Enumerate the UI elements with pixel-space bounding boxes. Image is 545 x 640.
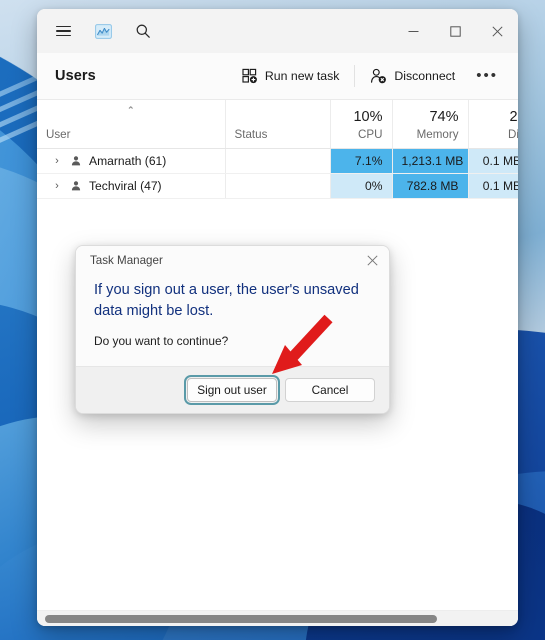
column-label-status: Status — [234, 127, 268, 141]
column-label-disk: Disk — [507, 127, 518, 141]
column-pct-cpu: 10% — [353, 108, 383, 125]
user-name: Techviral (47) — [89, 178, 162, 193]
maximize-button[interactable] — [434, 9, 476, 53]
person-icon — [70, 180, 82, 192]
sort-ascending-icon: ⌃ — [126, 105, 135, 115]
column-header-user[interactable]: ⌃ User — [37, 100, 226, 149]
column-label-cpu: CPU — [358, 127, 383, 141]
hamburger-icon[interactable] — [46, 16, 80, 46]
performance-chart-glyph — [94, 23, 112, 39]
sign-out-user-button[interactable]: Sign out user — [184, 375, 280, 406]
cell-status — [225, 148, 331, 174]
user-cell-content: › Amarnath (61) — [46, 154, 216, 168]
column-header-disk[interactable]: 2% Disk — [468, 100, 518, 149]
minimize-icon — [408, 30, 418, 32]
dialog-titlebar: Task Manager — [76, 246, 389, 274]
command-bar-divider — [354, 65, 356, 87]
table-body: › Amarnath (61) 7.1% 1,213.1 MB 0.1 M › … — [37, 148, 518, 199]
column-header-cpu[interactable]: 10% CPU — [330, 100, 393, 149]
cell-user[interactable]: › Techviral (47) — [37, 173, 226, 199]
user-name: Amarnath (61) — [89, 153, 167, 168]
expand-row-icon[interactable]: › — [51, 155, 63, 167]
column-pct-memory: 74% — [429, 108, 459, 125]
command-bar: Users Run new task Disconnect ••• — [37, 53, 518, 100]
horizontal-scrollbar[interactable] — [37, 610, 518, 626]
run-new-task-button[interactable]: Run new task — [233, 62, 349, 90]
column-header-memory[interactable]: 74% Memory — [392, 100, 469, 149]
new-task-icon — [242, 68, 257, 84]
expand-row-icon[interactable]: › — [51, 180, 63, 192]
dialog-title: Task Manager — [90, 253, 163, 267]
user-cell-content: › Techviral (47) — [46, 179, 216, 193]
cell-cpu: 0% — [330, 173, 393, 199]
scrollbar-thumb[interactable] — [45, 615, 437, 623]
users-table: ⌃ User Status 10% CPU 74% Memory 2 Di › … — [37, 100, 518, 199]
dialog-close-button[interactable] — [361, 249, 383, 271]
dialog-heading: If you sign out a user, the user's unsav… — [94, 282, 359, 319]
table-row[interactable]: › Amarnath (61) 7.1% 1,213.1 MB 0.1 M — [37, 148, 518, 174]
more-options-button[interactable]: ••• — [468, 65, 506, 87]
page-title: Users — [55, 68, 96, 84]
column-header-status[interactable]: Status — [225, 100, 331, 149]
disconnect-user-icon — [371, 68, 387, 84]
window-titlebar — [37, 9, 518, 53]
dialog-question: Do you want to continue? — [94, 334, 229, 349]
close-icon — [366, 254, 378, 266]
confirm-signout-dialog: Task Manager If you sign out a user, the… — [75, 245, 390, 415]
close-icon — [491, 25, 503, 37]
cell-user[interactable]: › Amarnath (61) — [37, 148, 226, 174]
cell-cpu: 7.1% — [330, 148, 393, 174]
dialog-body: If you sign out a user, the user's unsav… — [76, 274, 389, 367]
column-label-memory: Memory — [416, 127, 459, 141]
hamburger-lines — [55, 23, 71, 40]
table-header: ⌃ User Status 10% CPU 74% Memory 2 Di — [37, 100, 518, 149]
close-button[interactable] — [476, 9, 518, 53]
person-glyph — [71, 180, 81, 190]
cell-memory: 1,213.1 MB — [392, 148, 469, 174]
cell-status — [225, 173, 331, 199]
cell-disk: 0.1 MB/s — [468, 173, 518, 199]
person-icon — [70, 155, 82, 167]
desktop: Users Run new task Disconnect ••• ⌃ User… — [0, 0, 545, 640]
performance-chart-icon[interactable] — [86, 16, 120, 46]
cancel-button[interactable]: Cancel — [285, 378, 375, 403]
person-glyph — [71, 155, 81, 165]
maximize-icon — [449, 25, 461, 37]
dialog-footer: Sign out user Cancel — [76, 366, 389, 414]
minimize-button[interactable] — [392, 9, 434, 53]
column-label-user: User — [46, 127, 71, 141]
search-glyph — [136, 24, 150, 38]
cell-disk: 0.1 MB/s — [468, 148, 518, 174]
disconnect-label: Disconnect — [394, 69, 456, 83]
window-controls — [392, 9, 518, 53]
search-icon[interactable] — [126, 16, 160, 46]
disconnect-button[interactable]: Disconnect — [361, 62, 464, 90]
column-pct-disk: 2% — [509, 108, 518, 125]
run-new-task-label: Run new task — [264, 69, 340, 83]
table-header-row: ⌃ User Status 10% CPU 74% Memory 2 Di — [37, 100, 518, 149]
cell-memory: 782.8 MB — [392, 173, 469, 199]
table-row[interactable]: › Techviral (47) 0% 782.8 MB 0.1 M — [37, 173, 518, 199]
